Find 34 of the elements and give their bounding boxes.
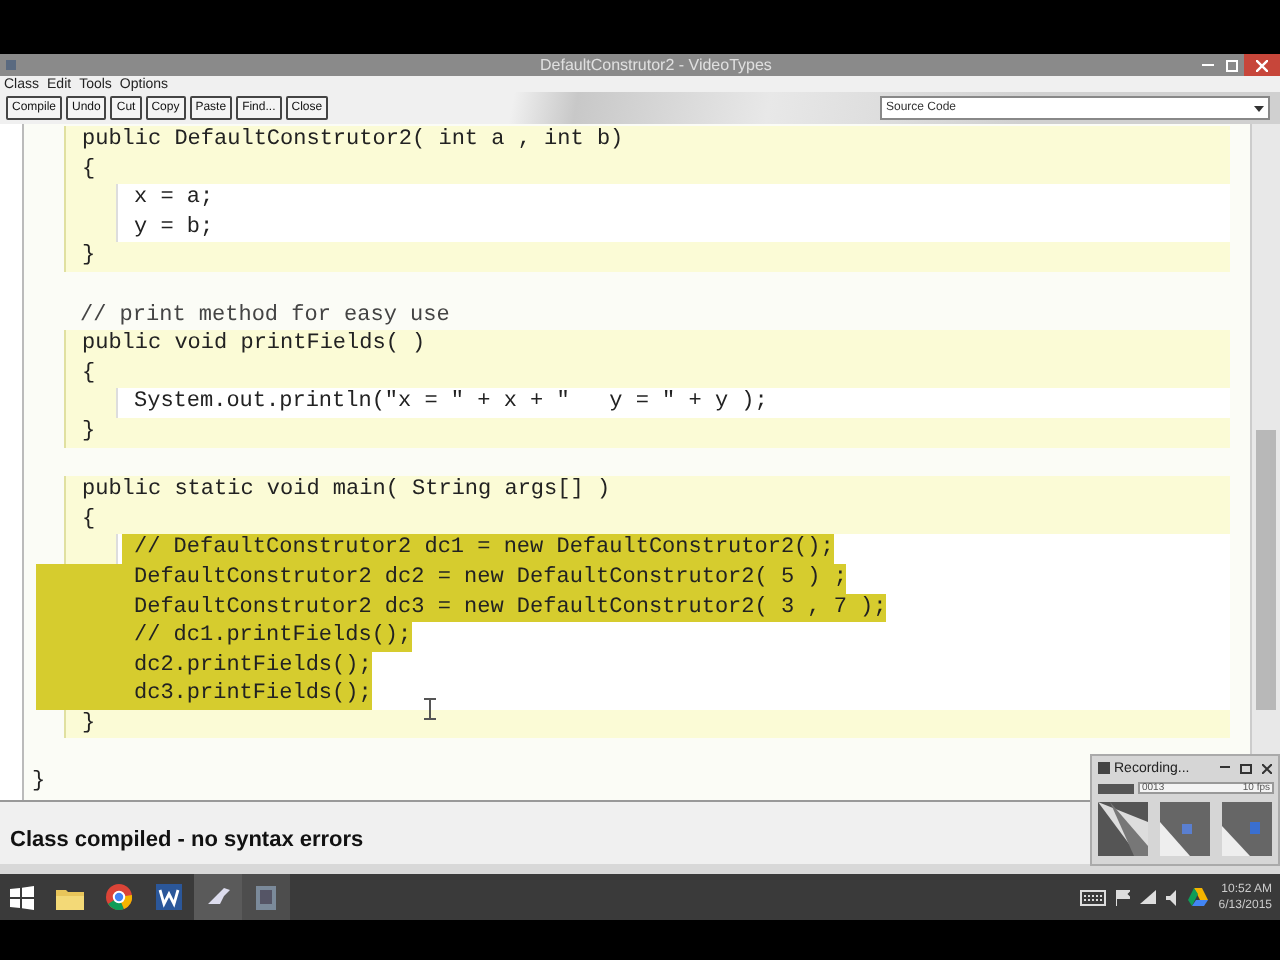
- code-comment: // print method for easy use: [78, 301, 452, 331]
- maximize-icon[interactable]: [1240, 763, 1252, 773]
- app-icon: [4, 58, 18, 72]
- recorder-icon: [1098, 762, 1110, 774]
- code-line: public void printFields( ): [80, 330, 428, 360]
- code-line: x = a;: [134, 184, 214, 214]
- code-line: y = b;: [134, 213, 214, 243]
- code-line: public DefaultConstrutor2( int a , int b): [80, 126, 626, 156]
- caret-icon: [1254, 105, 1264, 111]
- keyboard-icon[interactable]: [1080, 889, 1107, 905]
- drive-icon[interactable]: [1188, 888, 1209, 906]
- code-line: }: [80, 242, 98, 272]
- minimize-icon[interactable]: [1220, 766, 1230, 770]
- code-line: {: [80, 155, 98, 185]
- close-button[interactable]: [1244, 54, 1280, 76]
- status-message: Class compiled - no syntax errors: [10, 828, 364, 852]
- code-line: public static void main( String args[] ): [80, 476, 613, 506]
- code-line: }: [80, 417, 98, 448]
- window-title: DefaultConstrutor2 - VideoTypes: [540, 57, 772, 73]
- code-line: }: [32, 768, 46, 798]
- scrollbar-thumb[interactable]: [1256, 430, 1276, 710]
- bird-app-icon[interactable]: [194, 874, 242, 920]
- close-icon[interactable]: [1262, 763, 1272, 773]
- text-cursor-icon: [424, 698, 436, 720]
- code-line: {: [80, 359, 98, 389]
- code-line: }: [80, 709, 98, 739]
- signal-icon[interactable]: [1140, 890, 1157, 904]
- level-meter: [1098, 783, 1134, 793]
- close-icon: [1256, 59, 1268, 71]
- windows-logo-icon[interactable]: [10, 885, 34, 909]
- flag-icon[interactable]: [1116, 889, 1131, 905]
- code-line: {: [80, 505, 98, 535]
- code-line: System.out.println("x = " + x + " y = " + y );: [134, 388, 768, 418]
- speaker-icon[interactable]: [1166, 889, 1179, 905]
